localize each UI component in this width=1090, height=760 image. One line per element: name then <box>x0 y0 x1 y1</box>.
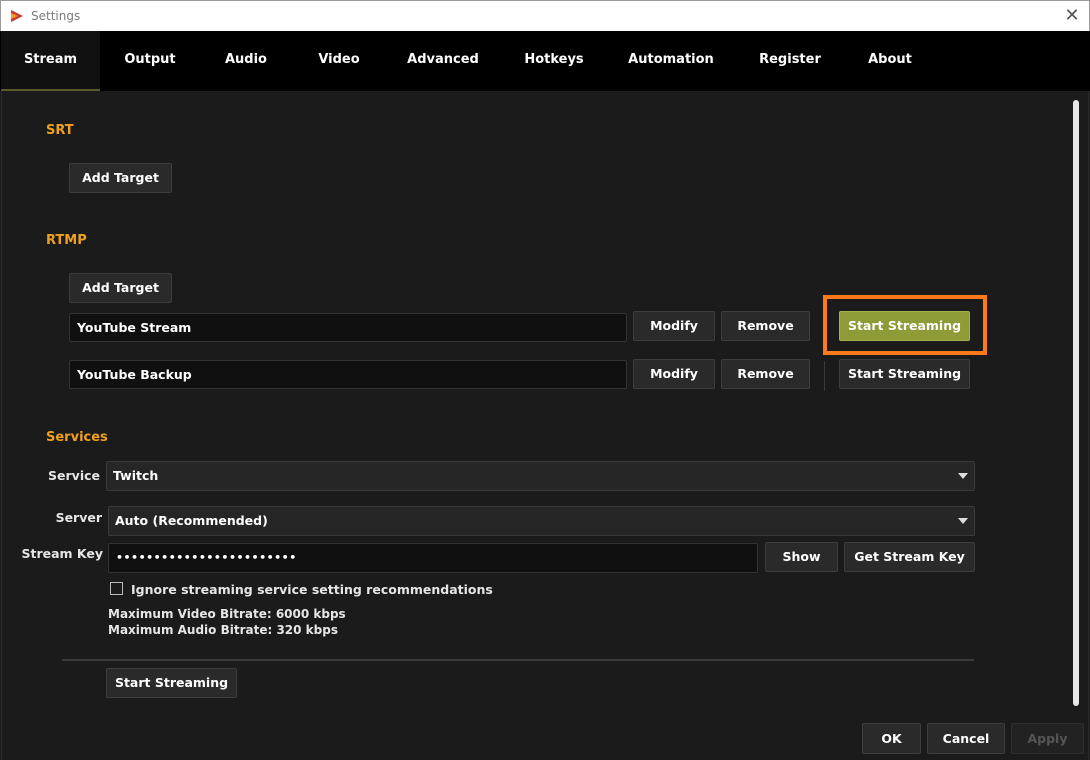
remove-button[interactable]: Remove <box>721 359 810 389</box>
start-streaming-button[interactable]: Start Streaming <box>839 311 970 341</box>
tab-automation[interactable]: Automation <box>620 31 722 91</box>
service-select[interactable]: Twitch <box>106 461 975 491</box>
title-bar: Settings ✕ <box>0 0 1090 31</box>
divider <box>824 361 825 391</box>
start-streaming-button[interactable]: Start Streaming <box>839 359 970 389</box>
ok-button[interactable]: OK <box>862 723 921 754</box>
scrollbar-thumb[interactable] <box>1073 100 1079 706</box>
start-streaming-main-button[interactable]: Start Streaming <box>106 668 237 698</box>
rtmp-heading: RTMP <box>46 233 87 248</box>
ignore-recommendations-label: Ignore streaming service setting recomme… <box>131 582 493 597</box>
ignore-recommendations-checkbox[interactable] <box>110 582 123 595</box>
service-label: Service <box>48 468 100 483</box>
server-label: Server <box>55 510 102 525</box>
show-key-button[interactable]: Show <box>765 542 838 572</box>
tab-audio[interactable]: Audio <box>210 31 282 91</box>
tab-hotkeys[interactable]: Hotkeys <box>514 31 594 91</box>
rtmp-target-name-field[interactable]: YouTube Stream <box>69 313 627 342</box>
tab-about[interactable]: About <box>856 31 924 91</box>
settings-tab-bar: Stream Output Audio Video Advanced Hotke… <box>0 31 1090 91</box>
rtmp-add-target-button[interactable]: Add Target <box>69 273 172 303</box>
window-title: Settings <box>31 9 81 23</box>
stream-key-label: Stream Key <box>21 546 103 561</box>
tab-register[interactable]: Register <box>750 31 830 91</box>
server-value: Auto (Recommended) <box>115 513 268 528</box>
tab-stream[interactable]: Stream <box>1 31 100 91</box>
rtmp-target-name-field[interactable]: YouTube Backup <box>69 360 627 389</box>
chevron-down-icon <box>958 473 968 479</box>
modify-button[interactable]: Modify <box>633 359 715 389</box>
max-video-bitrate: Maximum Video Bitrate: 6000 kbps <box>108 607 346 621</box>
close-icon[interactable]: ✕ <box>1055 1 1089 31</box>
app-logo-icon <box>11 10 23 22</box>
divider <box>62 659 974 661</box>
modify-button[interactable]: Modify <box>633 311 715 341</box>
apply-button[interactable]: Apply <box>1011 723 1084 754</box>
srt-add-target-button[interactable]: Add Target <box>69 163 172 193</box>
tab-advanced[interactable]: Advanced <box>398 31 488 91</box>
max-audio-bitrate: Maximum Audio Bitrate: 320 kbps <box>108 623 338 637</box>
cancel-button[interactable]: Cancel <box>927 723 1005 754</box>
server-select[interactable]: Auto (Recommended) <box>108 506 975 536</box>
tab-output[interactable]: Output <box>110 31 190 91</box>
stream-key-input[interactable]: •••••••••••••••••••••••• <box>108 543 758 573</box>
get-stream-key-button[interactable]: Get Stream Key <box>844 542 975 572</box>
remove-button[interactable]: Remove <box>721 311 810 341</box>
services-heading: Services <box>46 430 108 445</box>
service-value: Twitch <box>113 468 159 483</box>
tab-video[interactable]: Video <box>304 31 374 91</box>
srt-heading: SRT <box>46 123 74 138</box>
chevron-down-icon <box>958 518 968 524</box>
